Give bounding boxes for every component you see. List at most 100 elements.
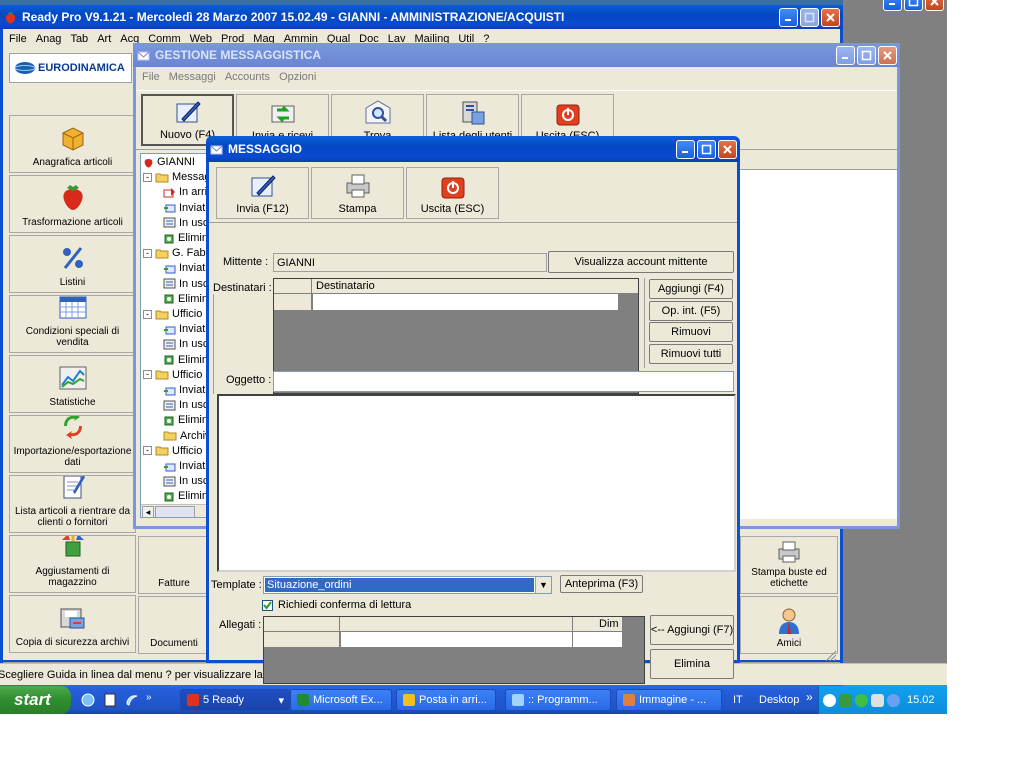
group-chevron-icon[interactable]: ▾ (278, 694, 284, 707)
desktop-toolbar-label[interactable]: Desktop (759, 694, 799, 706)
message-body-editor[interactable] (217, 394, 736, 572)
print-button[interactable]: Stampa (311, 167, 404, 219)
tree-node[interactable]: - Ufficio (143, 368, 202, 382)
remove-recipient-button[interactable]: Rimuovi (649, 322, 733, 342)
gestione-minimize-button[interactable] (836, 46, 855, 65)
sidebar-item-0[interactable]: Anagrafica articoli (9, 115, 136, 173)
tree-hscrollbar[interactable]: ◂ (141, 504, 215, 517)
right-button-amici[interactable]: Amici (740, 596, 838, 654)
tree-node[interactable]: - G. Fab (143, 246, 206, 260)
percent-icon (59, 245, 87, 277)
tree-expander-icon[interactable]: - (143, 172, 152, 182)
read-receipt-checkbox[interactable] (262, 599, 273, 611)
messaggio-close-button[interactable] (718, 140, 737, 159)
add-attachment-button[interactable]: <-- Aggiungi (F7) (650, 615, 734, 645)
tray-back-icon[interactable] (823, 693, 836, 707)
gestione-close-button[interactable] (878, 46, 897, 65)
bg-maximize-button[interactable] (904, 0, 923, 11)
gestione-title: GESTIONE MESSAGGISTICA (155, 48, 322, 62)
quick-launch: » (80, 692, 152, 708)
right-button-stampa-buste[interactable]: Stampa buste ed etichette (740, 536, 838, 594)
main-close-button[interactable] (821, 8, 840, 27)
tree-node[interactable]: Inviati (163, 261, 208, 275)
start-button[interactable]: start (0, 686, 71, 714)
messaggio-minimize-button[interactable] (676, 140, 695, 159)
sidebar-item-7[interactable]: Aggiustamenti di magazzino (9, 535, 136, 593)
quicklaunch-chevron-icon[interactable]: » (146, 692, 152, 708)
sidebar-item-8[interactable]: Copia di sicurezza archivi (9, 595, 136, 653)
view-account-button[interactable]: Visualizza account mittente (548, 251, 734, 273)
mid-button-documenti[interactable]: Documenti (138, 596, 210, 654)
notepad-quicklaunch-icon[interactable] (102, 692, 118, 708)
sidebar-item-6[interactable]: Lista articoli a rientrare da clienti o … (9, 475, 136, 533)
sidebar-item-3[interactable]: Condizioni speciali di vendita (9, 295, 136, 353)
sidebar-item-2[interactable]: Listini (9, 235, 136, 293)
sidebar-item-4[interactable]: Statistiche (9, 355, 136, 413)
taskbar-button-4[interactable]: Immagine - ... (616, 689, 722, 711)
attachments-grid[interactable]: Dim (263, 616, 645, 684)
gestione-menu-1[interactable]: Messaggi (169, 71, 216, 83)
op-int-button[interactable]: Op. int. (F5) (649, 301, 733, 321)
sender-label: Mittente : (223, 256, 269, 268)
tree-node[interactable]: Inviati (163, 459, 208, 473)
preview-button[interactable]: Anteprima (F3) (560, 575, 643, 593)
browser-quicklaunch-icon[interactable] (124, 692, 140, 708)
tray-network-icon[interactable] (839, 693, 852, 707)
tree-expander-icon[interactable]: - (143, 309, 152, 319)
scroll-left-arrow-icon[interactable]: ◂ (142, 506, 154, 517)
sidebar-item-5[interactable]: Importazione/esportazione dati (9, 415, 136, 473)
tray-volume-icon[interactable] (887, 693, 900, 707)
messaggio-maximize-button[interactable] (697, 140, 716, 159)
desktop-chevron-icon[interactable]: » (806, 690, 813, 704)
subject-input[interactable] (273, 371, 734, 392)
tree-expander-icon[interactable]: - (143, 248, 152, 258)
tray-messenger-icon[interactable] (855, 693, 868, 707)
tree-expander-icon[interactable]: - (143, 370, 152, 380)
tree-node[interactable]: Inviati (163, 383, 208, 397)
gestione-menu-3[interactable]: Opzioni (279, 71, 316, 83)
tree-node[interactable]: Inviati (163, 201, 208, 215)
ie-quicklaunch-icon[interactable] (80, 692, 96, 708)
main-menu-2[interactable]: Tab (70, 33, 88, 45)
tree-node[interactable]: - Ufficio (143, 444, 202, 458)
taskbar-button-1[interactable]: Microsoft Ex... (290, 689, 392, 711)
gestione-menu-0[interactable]: File (142, 71, 160, 83)
message-list-area[interactable] (736, 170, 897, 519)
main-menu-0[interactable]: File (9, 33, 27, 45)
tree-node[interactable]: - Ufficio (143, 307, 202, 321)
bg-close-button[interactable] (925, 0, 944, 11)
gestione-titlebar[interactable]: GESTIONE MESSAGGISTICA (133, 43, 900, 67)
tray-monitor-icon[interactable] (871, 693, 884, 707)
gestione-maximize-button[interactable] (857, 46, 876, 65)
main-menu-1[interactable]: Anag (36, 33, 62, 45)
add-recipient-button[interactable]: Aggiungi (F4) (649, 279, 733, 299)
sidebar-item-1[interactable]: Trasformazione articoli (9, 175, 136, 233)
tree-expander-icon[interactable]: - (143, 446, 152, 456)
tree-node[interactable]: Inviati (163, 322, 208, 336)
language-indicator[interactable]: IT (733, 694, 743, 706)
main-minimize-button[interactable] (779, 8, 798, 27)
tree-node[interactable]: GIANNI (143, 155, 195, 169)
chevron-down-icon[interactable]: ▼ (535, 577, 551, 593)
taskbar-button-3[interactable]: :: Programm... (505, 689, 611, 711)
attachments-new-row[interactable] (341, 632, 572, 647)
mid-button-fatture[interactable]: Fatture (138, 536, 210, 594)
main-titlebar[interactable]: Ready Pro V9.1.21 - Mercoledì 28 Marzo 2… (0, 5, 843, 29)
read-receipt-checkbox-row[interactable]: Richiedi conferma di lettura (262, 599, 411, 611)
messaggio-titlebar[interactable]: MESSAGGIO (206, 136, 740, 162)
taskbar-button-0[interactable]: 5 Ready ▾ (180, 689, 290, 711)
bg-minimize-button[interactable] (883, 0, 902, 11)
exit-button[interactable]: Uscita (ESC) (406, 167, 499, 219)
taskbar-button-2[interactable]: Posta in arri... (396, 689, 496, 711)
tree-scroll-thumb[interactable] (155, 506, 195, 517)
template-select[interactable]: Situazione_ordini ▼ (263, 576, 552, 594)
resize-grip[interactable] (818, 647, 838, 662)
send-button[interactable]: Invia (F12) (216, 167, 309, 219)
main-maximize-button[interactable] (800, 8, 819, 27)
gestione-menu-2[interactable]: Accounts (225, 71, 270, 83)
attachments-new-row-dim[interactable] (573, 632, 622, 647)
delete-attachment-button[interactable]: Elimina (650, 649, 734, 679)
main-menu-3[interactable]: Art (97, 33, 111, 45)
remove-all-button[interactable]: Rimuovi tutti (649, 344, 733, 364)
recipients-new-row[interactable] (313, 294, 618, 310)
